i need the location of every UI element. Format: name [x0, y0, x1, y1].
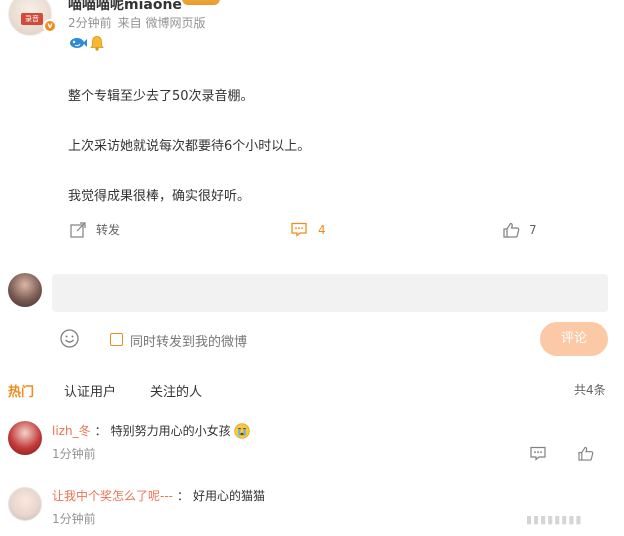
comment-button[interactable]: 4	[291, 222, 326, 237]
comment-total: 共4条	[574, 383, 606, 397]
comment-like-icon[interactable]	[578, 446, 594, 461]
fish-icon	[70, 38, 87, 48]
post-time[interactable]: 2分钟前	[68, 16, 112, 30]
avatar-badge-text: 录音	[21, 13, 43, 25]
comment-input[interactable]	[52, 274, 608, 312]
forward-label: 转发	[96, 223, 121, 237]
commenter-avatar[interactable]	[8, 421, 42, 455]
comment-count: 4	[318, 222, 326, 237]
crying-face-icon	[233, 422, 250, 439]
reply-icon[interactable]	[530, 446, 546, 461]
commenter-avatar[interactable]	[8, 487, 42, 521]
comment-item: 让我中个奖怎么了呢--- ： 好用心的猫猫	[52, 487, 265, 504]
post-meta: 2分钟前 来自 微博网页版	[68, 14, 211, 31]
post-author-name[interactable]: 喵喵喵呢miaone	[68, 0, 182, 14]
watermark: ▮▮▮▮▮▮▮▮	[526, 513, 583, 526]
forward-button[interactable]: 转发	[70, 221, 120, 238]
tab-hot[interactable]: 热门	[8, 381, 34, 400]
comment-time: 1分钟前	[52, 447, 96, 461]
commenter-name[interactable]: 让我中个奖怎么了呢---	[52, 487, 173, 504]
submit-comment-button[interactable]: 评论	[540, 322, 608, 356]
post-emoji-row	[69, 34, 105, 52]
emoji-picker-icon[interactable]	[60, 329, 79, 348]
tab-following[interactable]: 关注的人	[150, 381, 202, 400]
comment-text: 好用心的猫猫	[193, 489, 266, 503]
comment-separator: ：	[177, 489, 190, 503]
verified-badge-icon: v	[43, 19, 57, 33]
thumbs-up-icon	[503, 222, 520, 238]
like-count: 7	[529, 223, 537, 237]
comment-text: 特别努力用心的小女孩	[110, 424, 231, 438]
current-user-avatar[interactable]	[8, 273, 42, 307]
comment-icon	[291, 222, 307, 237]
post-source: 来自 微博网页版	[117, 16, 206, 30]
post-text-line-3: 我觉得成果很棒，确实很好听。	[68, 189, 251, 204]
tab-verified-users[interactable]: 认证用户	[64, 381, 116, 400]
comment-time: 1分钟前	[52, 512, 96, 526]
member-level-icon[interactable]	[182, 0, 220, 5]
post-text-line-1: 整个专辑至少去了50次录音棚。	[68, 89, 254, 104]
also-forward-checkbox[interactable]	[110, 333, 123, 346]
comment-item: lizh_冬 ： 特别努力用心的小女孩	[52, 422, 250, 439]
also-forward-label[interactable]: 同时转发到我的微博	[130, 331, 247, 350]
commenter-name[interactable]: lizh_冬	[52, 422, 91, 439]
forward-icon	[70, 221, 86, 238]
comment-separator: ：	[94, 424, 107, 438]
like-button[interactable]: 7	[503, 222, 537, 238]
bell-icon	[90, 36, 104, 51]
post-text-line-2: 上次采访她就说每次都要待6个小时以上。	[68, 139, 311, 154]
